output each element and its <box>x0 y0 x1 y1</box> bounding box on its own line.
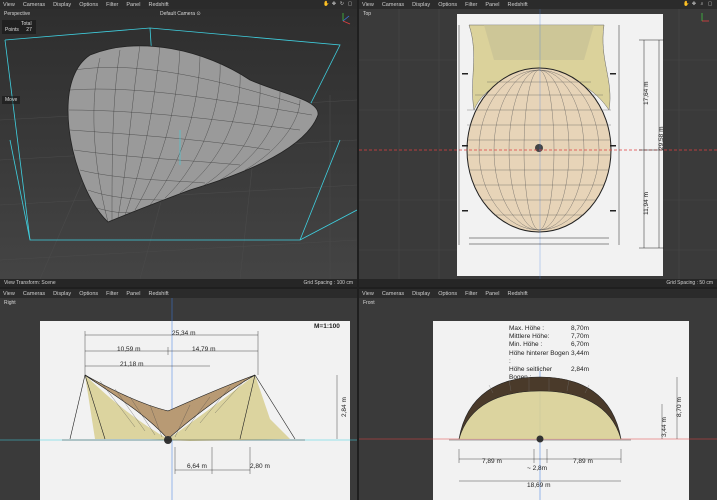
right-dim-bottom-left: 6,64 m <box>187 463 207 470</box>
grid-spacing-label: Grid Spacing : 100 cm <box>303 280 353 286</box>
axis-gizmo <box>342 13 351 25</box>
perspective-statusbar: View Transform: Scene Grid Spacing : 100… <box>0 279 357 287</box>
right-dim-total: 25,34 m <box>172 330 196 337</box>
right-dim-right: 14,79 m <box>192 346 216 353</box>
grid-spacing-label: Grid Spacing : 50 cm <box>666 280 713 286</box>
top-viewport[interactable]: View Cameras Display Options Filter Pane… <box>359 0 717 287</box>
drawing-scale: M=1:100 <box>314 323 340 330</box>
right-dim-mid: 21,18 m <box>120 361 144 368</box>
front-dim-total: 18,69 m <box>527 482 551 489</box>
right-viewport[interactable]: View Cameras Display Options Filter Pane… <box>0 289 357 500</box>
right-dim-height: 2,84 m <box>341 397 348 417</box>
right-drawing: 25,34 m 10,59 m 14,79 m 21,18 m 2,84 m 6… <box>0 298 357 500</box>
front-dim-right: 7,89 m <box>573 458 593 465</box>
front-dim-rear-arch: 3,44 m <box>661 417 668 437</box>
right-dim-left: 10,59 m <box>117 346 141 353</box>
top-dim-11-94: 11,94 m <box>643 192 650 215</box>
top-statusbar: Grid Spacing : 50 cm <box>359 279 717 287</box>
view-transform-label: View Transform: Scene <box>4 280 56 286</box>
top-drawing: 17,64 m 29,58 m 11,94 m <box>359 9 717 279</box>
top-view-name: Top <box>363 11 372 17</box>
front-viewport[interactable]: View Cameras Display Options Filter Pane… <box>359 289 717 500</box>
top-dim-17-64: 17,64 m <box>643 82 650 106</box>
front-dim-height: 8,70 m <box>676 397 683 417</box>
front-dim-left: 7,89 m <box>482 458 502 465</box>
front-drawing: 7,89 m ~ 2,8m 7,89 m 18,69 m 8,70 m 3,44… <box>359 371 717 500</box>
right-dim-bottom-right: 2,80 m <box>250 463 270 470</box>
front-dim-mid: ~ 2,8m <box>527 465 547 472</box>
top-dim-29-58: 29,58 m <box>658 127 665 151</box>
perspective-viewport[interactable]: View Cameras Display Options Filter Pane… <box>0 0 357 287</box>
